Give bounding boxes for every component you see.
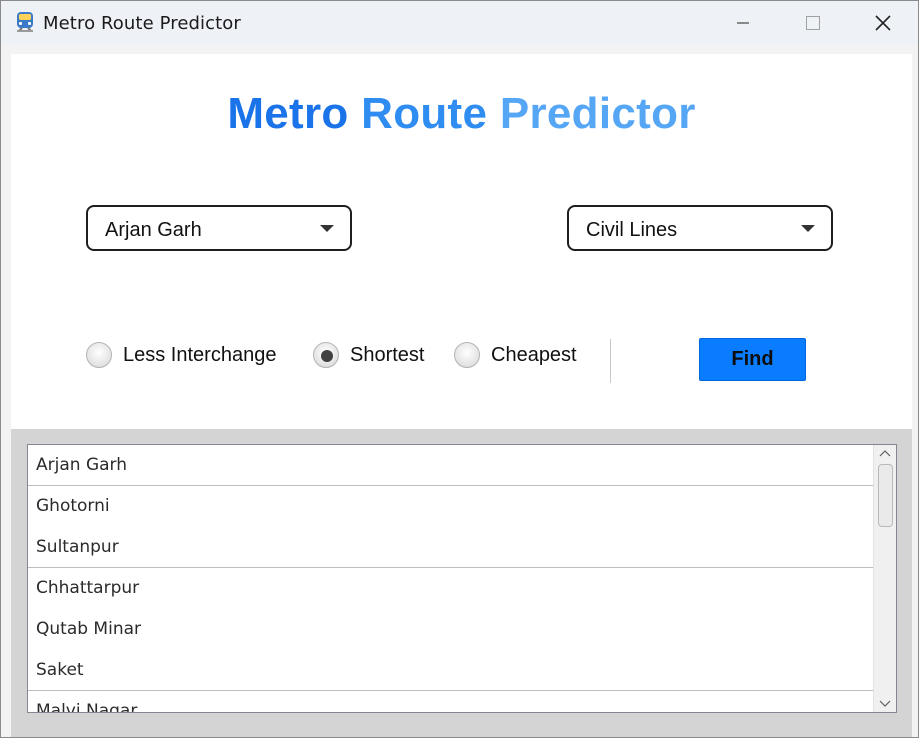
radio-circle[interactable] — [86, 342, 112, 368]
minimize-icon — [737, 22, 749, 24]
cheapest-label: Cheapest — [491, 343, 577, 366]
radio-circle[interactable] — [454, 342, 480, 368]
cheapest-radio[interactable]: Cheapest — [454, 340, 577, 370]
divider — [610, 339, 611, 383]
maximize-button[interactable] — [778, 1, 848, 45]
less-interchange-radio[interactable]: Less Interchange — [86, 340, 276, 370]
app-window: Metro Route Predictor Metro Route Predic… — [0, 0, 919, 738]
title-bar[interactable]: Metro Route Predictor — [1, 1, 918, 45]
close-icon — [875, 15, 891, 31]
shortest-radio[interactable]: Shortest — [313, 340, 424, 370]
list-item[interactable]: Malvi Nagar — [28, 691, 874, 712]
chevron-down-icon — [801, 225, 815, 232]
radio-circle-selected[interactable] — [313, 342, 339, 368]
list-item[interactable]: Ghotorni — [28, 486, 874, 527]
list-item[interactable]: Chhattarpur — [28, 568, 874, 609]
find-button[interactable]: Find — [699, 338, 806, 381]
main-panel: Metro Route Predictor Arjan Garh Civil L… — [11, 54, 912, 737]
radio-dot — [321, 350, 333, 362]
title-word-predictor: Predictor — [499, 89, 696, 138]
vertical-scrollbar[interactable] — [873, 445, 896, 712]
shortest-label: Shortest — [350, 343, 425, 366]
list-item[interactable]: Arjan Garh — [28, 445, 874, 486]
maximize-icon — [806, 16, 820, 30]
close-button[interactable] — [848, 1, 918, 45]
chevron-down-icon — [320, 225, 334, 232]
title-word-route: Route — [361, 89, 488, 138]
window-title: Metro Route Predictor — [43, 13, 241, 34]
page-title: Metro Route Predictor — [11, 89, 912, 139]
list-item[interactable]: Sultanpur — [28, 527, 874, 568]
metro-train-icon — [17, 12, 33, 32]
minimize-button[interactable] — [708, 1, 778, 45]
list-item[interactable]: Saket — [28, 650, 874, 691]
source-station-dropdown[interactable]: Arjan Garh — [86, 205, 352, 251]
list-item[interactable]: Qutab Minar — [28, 609, 874, 650]
scrollbar-thumb[interactable] — [878, 464, 893, 527]
scroll-down-icon[interactable] — [874, 694, 896, 712]
results-frame: Arjan Garh Ghotorni Sultanpur Chhattarpu… — [11, 429, 912, 737]
less-interchange-label: Less Interchange — [123, 343, 277, 366]
station-rows: Arjan Garh Ghotorni Sultanpur Chhattarpu… — [28, 445, 874, 712]
destination-station-dropdown[interactable]: Civil Lines — [567, 205, 833, 251]
title-word-metro: Metro — [227, 89, 349, 138]
route-stations-list[interactable]: Arjan Garh Ghotorni Sultanpur Chhattarpu… — [27, 444, 897, 713]
scroll-up-icon[interactable] — [874, 445, 896, 463]
source-station-value: Arjan Garh — [105, 219, 202, 241]
destination-station-value: Civil Lines — [586, 219, 678, 241]
